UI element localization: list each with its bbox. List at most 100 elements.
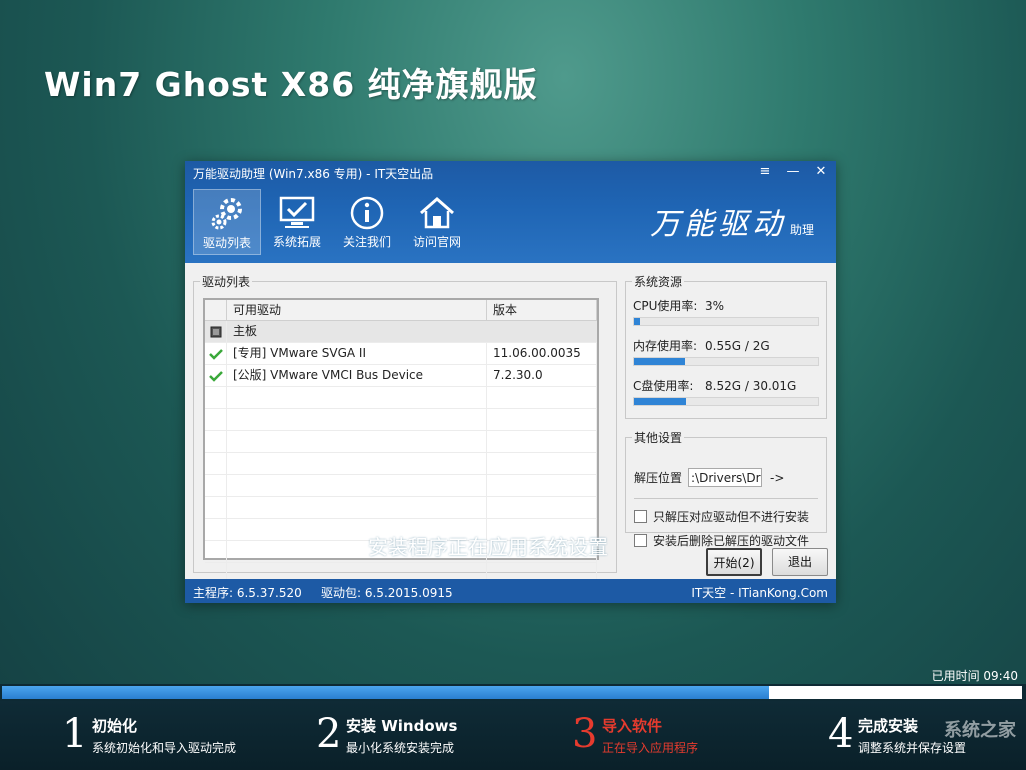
cpu-label: CPU使用率: [633, 299, 698, 313]
cpu-bar [633, 317, 819, 326]
step-number: 2 [316, 711, 342, 757]
nav-driver-list[interactable]: 驱动列表 [193, 189, 261, 255]
nav-label: 关注我们 [342, 235, 391, 249]
empty-row [205, 453, 597, 475]
driver-name: [专用] VMware SVGA II [227, 343, 487, 364]
disk-label: C盘使用率: [633, 379, 694, 393]
install-progress-bar [0, 684, 1026, 701]
window-header: 万能驱动助理 (Win7.x86 专用) - IT天空出品 ≡ — ✕ 驱动列表… [185, 161, 836, 263]
step-number: 1 [62, 711, 88, 757]
delete-after-option[interactable]: 安装后删除已解压的驱动文件 [634, 532, 809, 549]
divider [634, 498, 818, 499]
checkbox[interactable] [634, 510, 647, 523]
driver-list-legend: 驱动列表 [202, 275, 251, 289]
setup-status-overlay: 安装程序正在应用系统设置 [368, 535, 608, 559]
nav-visit-site[interactable]: 访问官网 [403, 189, 471, 255]
disk-usage: C盘使用率: 8.52G / 30.01G [633, 377, 796, 394]
other-legend: 其他设置 [634, 431, 683, 445]
empty-row [205, 475, 597, 497]
brand-logo: 万能驱动 助理 [650, 199, 814, 243]
driver-version: 11.06.00.0035 [487, 343, 597, 364]
minimize-button[interactable]: — [786, 164, 800, 179]
driver-table[interactable]: 可用驱动 版本 主板 [专用] VMware SVGA II 11.06.00.… [203, 298, 599, 585]
browse-button[interactable]: -> [770, 471, 784, 485]
step-number: 4 [828, 711, 854, 757]
pack-version: 驱动包: 6.5.2015.0915 [321, 586, 453, 600]
gears-icon [211, 198, 242, 230]
check-icon[interactable] [205, 365, 227, 386]
step-subtitle: 最小化系统安装完成 [346, 741, 455, 755]
window-status-bar: 主程序: 6.5.37.520 驱动包: 6.5.2015.0915 IT天空 … [185, 579, 836, 603]
empty-row [205, 431, 597, 453]
step-title: 安装 Windows [346, 717, 458, 735]
table-group-row[interactable]: 主板 [205, 321, 597, 343]
extract-path-row: 解压位置 :\Drivers\Drivers -> [634, 468, 784, 487]
progress-fill [2, 686, 770, 699]
column-header-driver[interactable]: 可用驱动 [227, 300, 487, 320]
step-title: 初始化 [92, 717, 138, 735]
page-title: Win7 Ghost X86 纯净旗舰版 [44, 65, 538, 104]
memory-bar [633, 357, 819, 366]
table-row[interactable]: [公版] VMware VMCI Bus Device 7.2.30.0 [205, 365, 597, 387]
step-number: 3 [572, 711, 598, 757]
extract-path-label: 解压位置 [634, 471, 683, 485]
elapsed-time: 已用时间 09:40 [931, 669, 1018, 683]
window-controls: ≡ — ✕ [758, 164, 828, 179]
menu-icon[interactable]: ≡ [758, 164, 772, 179]
memory-usage: 内存使用率: 0.55G / 2G [633, 337, 770, 354]
step-subtitle: 系统初始化和导入驱动完成 [92, 741, 237, 755]
nav-label: 访问官网 [412, 235, 461, 249]
cpu-usage: CPU使用率: 3% [633, 297, 724, 314]
nav-label: 驱动列表 [202, 236, 251, 250]
info-icon [350, 196, 384, 230]
disk-bar-fill [634, 398, 687, 405]
monitor-check-icon [279, 196, 315, 228]
exit-button[interactable]: 退出 [772, 548, 828, 576]
nav-system-extend[interactable]: 系统拓展 [263, 189, 331, 255]
close-button[interactable]: ✕ [814, 164, 828, 179]
delete-after-label: 安装后删除已解压的驱动文件 [653, 534, 810, 548]
disk-value: 8.52G / 30.01G [705, 379, 797, 393]
main-version: 主程序: 6.5.37.520 [193, 586, 302, 600]
checkbox[interactable] [634, 534, 647, 547]
window-body: 驱动列表 可用驱动 版本 主板 [专用] VMware SVGA II 11.0… [185, 263, 836, 585]
step-title: 完成安装 [858, 717, 919, 735]
site-link[interactable]: IT天空 - ITianKong.Com [691, 584, 828, 601]
check-icon[interactable] [205, 343, 227, 364]
driver-assistant-window: 万能驱动助理 (Win7.x86 专用) - IT天空出品 ≡ — ✕ 驱动列表… [185, 161, 836, 603]
empty-row [205, 387, 597, 409]
empty-row [205, 409, 597, 431]
chip-icon [205, 321, 227, 342]
extract-only-label: 只解压对应驱动但不进行安装 [653, 510, 810, 524]
table-header: 可用驱动 版本 [205, 300, 597, 321]
window-title: 万能驱动助理 (Win7.x86 专用) - IT天空出品 [193, 167, 434, 181]
table-row[interactable]: [专用] VMware SVGA II 11.06.00.0035 [205, 343, 597, 365]
other-settings-group: 其他设置 解压位置 :\Drivers\Drivers -> 只解压对应驱动但不… [625, 429, 827, 548]
brand-sub: 助理 [789, 223, 814, 237]
brand-name: 万能驱动 [649, 207, 786, 242]
nav-follow-us[interactable]: 关注我们 [333, 189, 401, 255]
memory-bar-fill [634, 358, 685, 365]
cpu-bar-fill [634, 318, 640, 325]
driver-name: [公版] VMware VMCI Bus Device [227, 365, 487, 386]
group-label: 主板 [233, 324, 258, 338]
cpu-value: 3% [705, 299, 725, 313]
driver-version: 7.2.30.0 [487, 365, 597, 386]
start-button[interactable]: 开始(2) [706, 548, 762, 576]
install-steps: 1 初始化 系统初始化和导入驱动完成 2 安装 Windows 最小化系统安装完… [0, 701, 1026, 770]
progress-track [2, 686, 1022, 699]
disk-bar [633, 397, 819, 406]
resources-legend: 系统资源 [634, 275, 683, 289]
extract-path-input[interactable]: :\Drivers\Drivers [688, 468, 763, 487]
step-subtitle: 正在导入应用程序 [602, 741, 699, 755]
home-icon [420, 197, 454, 229]
nav-label: 系统拓展 [272, 235, 321, 249]
watermark: 系统之家 [944, 720, 1016, 741]
extract-only-option[interactable]: 只解压对应驱动但不进行安装 [634, 508, 809, 525]
memory-value: 0.55G / 2G [705, 339, 770, 353]
column-header-version[interactable]: 版本 [487, 300, 597, 320]
empty-row [205, 497, 597, 519]
header-spacer [205, 300, 227, 320]
memory-label: 内存使用率: [633, 339, 698, 353]
step-title: 导入软件 [602, 717, 663, 735]
